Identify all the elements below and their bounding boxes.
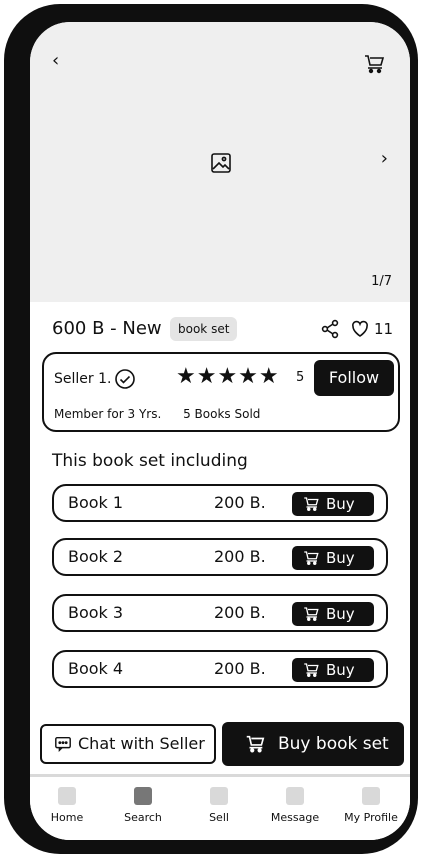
product-image-carousel[interactable]: ‹ › 1/7 (30, 22, 410, 302)
nav-item-my-profile[interactable]: My Profile (336, 787, 406, 825)
device-frame: ‹ › 1/7 600 B - New book set 11 Seller 1… (0, 0, 422, 858)
nav-item-message[interactable]: Message (260, 787, 330, 825)
buy-set-label: Buy book set (278, 734, 389, 754)
nav-item-sell[interactable]: Sell (184, 787, 254, 825)
listing-title-row: 600 B - New book set 11 (52, 316, 398, 342)
listing-price-title: 600 B - New (52, 318, 162, 339)
profile-icon (362, 787, 380, 805)
buy-label: Buy (326, 495, 355, 513)
rating-value: 5 (296, 370, 305, 385)
buy-book-button[interactable]: Buy (292, 546, 374, 570)
nav-item-search[interactable]: Search (108, 787, 178, 825)
book-name: Book 3 (68, 603, 124, 622)
nav-label: Message (270, 811, 320, 824)
buy-label: Buy (326, 605, 355, 623)
heart-icon[interactable] (350, 319, 370, 339)
listing-tag: book set (170, 317, 238, 341)
chevron-right-icon[interactable]: › (381, 150, 388, 168)
nav-label: My Profile (344, 811, 398, 824)
set-contents-title: This book set including (52, 451, 248, 471)
cart-icon (304, 663, 319, 677)
chat-label: Chat with Seller (78, 734, 205, 753)
nav-label: Sell (209, 811, 229, 824)
book-item[interactable]: Book 2 200 B. Buy (52, 538, 388, 576)
seller-name[interactable]: Seller 1. (54, 370, 111, 388)
cart-icon (304, 551, 319, 565)
buy-book-button[interactable]: Buy (292, 658, 374, 682)
book-price: 200 B. (214, 603, 266, 622)
like-count: 11 (374, 320, 394, 338)
book-price: 200 B. (214, 493, 266, 512)
chat-icon (55, 736, 71, 753)
books-sold-count: 5 Books Sold (183, 407, 261, 421)
image-placeholder-icon (211, 153, 231, 173)
book-item[interactable]: Book 1 200 B. Buy (52, 484, 388, 522)
book-name: Book 1 (68, 493, 124, 512)
cart-icon (304, 497, 319, 511)
search-icon (134, 787, 152, 805)
member-duration: Member for 3 Yrs. (54, 407, 162, 421)
share-icon[interactable] (320, 319, 340, 339)
message-icon (286, 787, 304, 805)
book-name: Book 2 (68, 547, 124, 566)
book-price: 200 B. (214, 547, 266, 566)
bottom-nav: Home Search Sell Message My Profile (30, 774, 410, 840)
nav-label: Home (50, 811, 84, 824)
seller-meta: Member for 3 Yrs. 5 Books Sold (54, 406, 260, 422)
book-name: Book 4 (68, 659, 124, 678)
book-item[interactable]: Book 3 200 B. Buy (52, 594, 388, 632)
buy-book-button[interactable]: Buy (292, 602, 374, 626)
seller-card[interactable]: Seller 1. ★★★★★ 5 Follow Member for 3 Yr… (42, 352, 400, 432)
cart-icon (304, 607, 319, 621)
book-price: 200 B. (214, 659, 266, 678)
book-item[interactable]: Book 4 200 B. Buy (52, 650, 388, 688)
home-icon (58, 787, 76, 805)
nav-item-home[interactable]: Home (32, 787, 102, 825)
chat-with-seller-button[interactable]: Chat with Seller (40, 724, 216, 764)
buy-book-set-button[interactable]: Buy book set (222, 722, 404, 766)
cart-icon[interactable] (362, 52, 386, 76)
buy-label: Buy (326, 661, 355, 679)
sell-icon (210, 787, 228, 805)
verified-check-icon (115, 369, 135, 389)
app-screen: ‹ › 1/7 600 B - New book set 11 Seller 1… (30, 22, 410, 840)
buy-book-button[interactable]: Buy (292, 492, 374, 516)
buy-label: Buy (326, 549, 355, 567)
follow-button[interactable]: Follow (314, 360, 394, 396)
star-rating: ★★★★★ (176, 364, 280, 389)
image-page-indicator: 1/7 (371, 274, 392, 289)
nav-label: Search (124, 811, 162, 824)
chevron-left-icon[interactable]: ‹ (52, 52, 59, 70)
cart-icon (246, 735, 265, 753)
